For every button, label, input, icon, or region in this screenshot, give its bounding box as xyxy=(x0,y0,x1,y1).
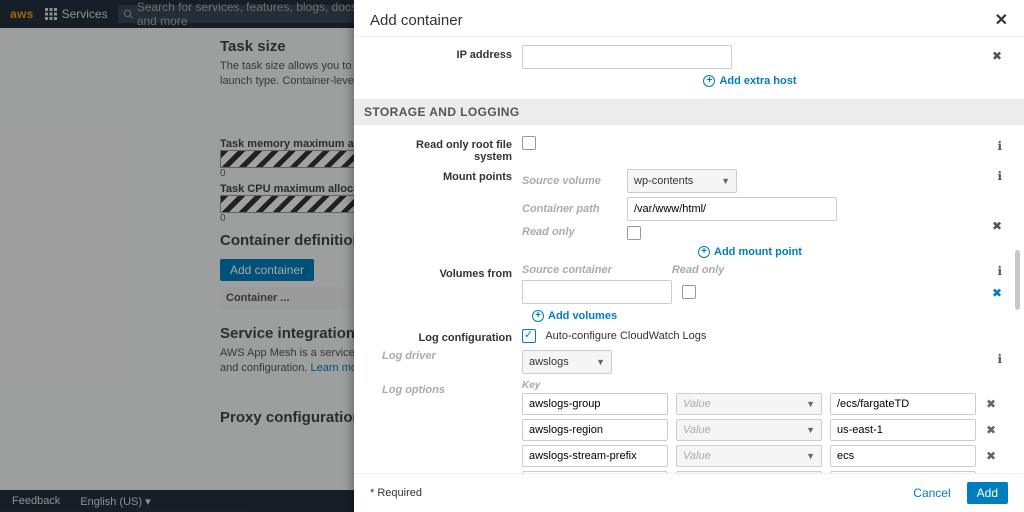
add-extra-host-link[interactable]: +Add extra host xyxy=(703,75,796,87)
info-icon[interactable]: ℹ xyxy=(997,169,1002,183)
readonly-root-checkbox[interactable] xyxy=(522,136,536,150)
log-option-row: Value▼ ✖ xyxy=(522,419,1002,441)
caret-down-icon: ▼ xyxy=(596,357,605,367)
plus-icon: + xyxy=(532,310,544,322)
log-value-select[interactable]: Value▼ xyxy=(676,445,822,467)
add-value-select[interactable]: Value▼ xyxy=(676,471,822,473)
required-note: * Required xyxy=(370,487,422,499)
ip-address-input[interactable] xyxy=(522,45,732,69)
ip-address-label: IP address xyxy=(382,45,522,61)
vf-readonly-label: Read only xyxy=(672,264,725,276)
vf-source-container-label: Source container xyxy=(522,264,612,276)
vf-readonly-checkbox[interactable] xyxy=(682,285,696,299)
modal-scrollbar[interactable] xyxy=(1012,30,1022,472)
info-icon[interactable]: ℹ xyxy=(997,264,1002,278)
mount-points-label: Mount points xyxy=(382,169,522,183)
log-key-input[interactable] xyxy=(522,393,668,415)
add-mount-point-link[interactable]: +Add mount point xyxy=(698,246,802,258)
caret-down-icon: ▼ xyxy=(806,399,815,409)
scrollbar-thumb[interactable] xyxy=(1015,250,1020,310)
info-icon[interactable]: ℹ xyxy=(997,352,1002,366)
close-icon[interactable]: ✕ xyxy=(995,10,1008,30)
plus-icon: + xyxy=(703,75,715,87)
remove-icon[interactable]: ✖ xyxy=(992,49,1002,63)
caret-down-icon: ▼ xyxy=(721,176,730,186)
log-value-select[interactable]: Value▼ xyxy=(676,419,822,441)
log-key-input[interactable] xyxy=(522,445,668,467)
remove-icon[interactable]: ✖ xyxy=(992,219,1002,233)
container-path-label: Container path xyxy=(522,203,617,215)
auto-cloudwatch-checkbox[interactable] xyxy=(522,329,536,343)
log-option-row: Value▼ ✖ xyxy=(522,445,1002,467)
log-option-row: Value▼ ✖ xyxy=(522,393,1002,415)
info-icon[interactable]: ℹ xyxy=(997,139,1002,153)
remove-icon[interactable]: ✖ xyxy=(984,397,998,411)
add-key-input[interactable] xyxy=(522,471,668,473)
source-volume-select[interactable]: wp-contents▼ xyxy=(627,169,737,193)
log-config-label: Log configuration xyxy=(382,328,522,344)
add-container-modal: Add container ✕ IP address ✖ +Add extra … xyxy=(354,0,1024,512)
caret-down-icon: ▼ xyxy=(806,451,815,461)
log-driver-select[interactable]: awslogs▼ xyxy=(522,350,612,374)
volumes-from-label: Volumes from xyxy=(382,264,522,280)
modal-title: Add container xyxy=(370,12,463,29)
plus-icon: + xyxy=(698,246,710,258)
add-volumes-link[interactable]: +Add volumes xyxy=(532,310,978,322)
caret-down-icon: ▼ xyxy=(806,425,815,435)
mount-readonly-label: Read only xyxy=(522,226,617,238)
source-volume-label: Source volume xyxy=(522,175,617,187)
remove-icon[interactable]: ✖ xyxy=(992,286,1002,300)
log-options-label: Log options xyxy=(382,380,522,396)
vf-source-container-input[interactable] xyxy=(522,280,672,304)
cancel-button[interactable]: Cancel xyxy=(903,482,960,504)
add-value2-input[interactable] xyxy=(830,471,976,473)
storage-logging-section: STORAGE AND LOGGING xyxy=(354,99,1024,125)
log-key-input[interactable] xyxy=(522,419,668,441)
log-value2-input[interactable] xyxy=(830,393,976,415)
log-option-add-row: Value▼ xyxy=(522,471,1002,473)
auto-cloudwatch-label: Auto-configure CloudWatch Logs xyxy=(545,330,706,342)
remove-icon[interactable]: ✖ xyxy=(984,449,998,463)
add-button[interactable]: Add xyxy=(967,482,1008,504)
readonly-root-label: Read only root file system xyxy=(382,135,522,163)
log-value-select[interactable]: Value▼ xyxy=(676,393,822,415)
log-driver-label: Log driver xyxy=(382,350,522,362)
container-path-input[interactable] xyxy=(627,197,837,221)
log-key-header: Key xyxy=(522,380,1002,391)
log-value2-input[interactable] xyxy=(830,419,976,441)
mount-readonly-checkbox[interactable] xyxy=(627,226,641,240)
log-value2-input[interactable] xyxy=(830,445,976,467)
remove-icon[interactable]: ✖ xyxy=(984,423,998,437)
